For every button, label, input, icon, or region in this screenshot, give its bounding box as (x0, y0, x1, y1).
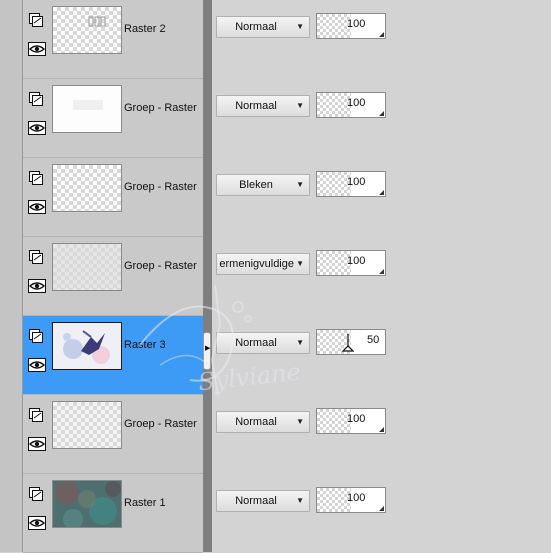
chevron-down-icon: ▼ (296, 338, 304, 347)
opacity-field[interactable]: 100 (316, 408, 386, 434)
resize-corner-icon (379, 190, 384, 195)
opacity-value: 100 (347, 18, 366, 30)
visibility-eye-icon[interactable] (28, 437, 46, 451)
blend-mode-value: Normaal (235, 337, 277, 349)
opacity-field[interactable]: 100 (316, 250, 386, 276)
layer-properties-icon[interactable] (28, 486, 44, 502)
layer-row[interactable]: Raster 1 Normaal ▼ 100 (23, 474, 551, 553)
chevron-down-icon: ▼ (296, 259, 304, 268)
visibility-eye-icon[interactable] (28, 42, 46, 56)
blend-mode-dropdown[interactable]: Normaal ▼ (216, 95, 310, 117)
layer-thumbnail[interactable] (52, 164, 122, 212)
opacity-field[interactable]: 100 (316, 487, 386, 513)
chevron-down-icon: ▼ (296, 496, 304, 505)
blend-mode-dropdown[interactable]: Normaal ▼ (216, 16, 310, 38)
layer-properties-icon[interactable] (28, 407, 44, 423)
layer-row-header[interactable]: Groep - Raster (23, 395, 203, 474)
layer-row-header[interactable]: Groep - Raster (23, 237, 203, 316)
opacity-value: 100 (347, 176, 366, 188)
layer-properties-icon[interactable] (28, 170, 44, 186)
opacity-swatch (317, 409, 351, 433)
layer-properties-icon[interactable] (28, 328, 44, 344)
layer-thumbnail[interactable] (52, 401, 122, 449)
opacity-field[interactable]: 50 (316, 329, 386, 355)
layer-properties-icon[interactable] (28, 249, 44, 265)
resize-corner-icon (379, 427, 384, 432)
opacity-value: 100 (347, 97, 366, 109)
layer-row[interactable]: Groep - Raster Normaal ▼ 100 (23, 79, 551, 158)
layer-thumbnail[interactable] (52, 243, 122, 291)
opacity-swatch (317, 93, 351, 117)
chevron-down-icon: ▼ (296, 417, 304, 426)
layer-row[interactable]: Groep - Raster Normaal ▼ 100 (23, 395, 551, 474)
opacity-swatch (317, 172, 351, 196)
layer-row-header[interactable]: Groep - Raster (23, 158, 203, 237)
panel-left-edge (0, 0, 23, 552)
layer-row-header[interactable]: Raster 3 ▶ (23, 316, 211, 395)
layer-row-header[interactable]: Raster 1 (23, 474, 203, 553)
visibility-eye-icon[interactable] (28, 279, 46, 293)
layer-name[interactable]: Groep - Raster (124, 260, 197, 272)
visibility-eye-icon[interactable] (28, 200, 46, 214)
layer-thumbnail[interactable] (52, 322, 122, 370)
opacity-field[interactable]: 100 (316, 92, 386, 118)
layer-row[interactable]: Raster 2 Normaal ▼ 100 (23, 0, 551, 79)
blend-mode-value: ermenigvuldige (219, 258, 294, 270)
blend-mode-dropdown[interactable]: Normaal ▼ (216, 332, 310, 354)
opacity-field[interactable]: 100 (316, 13, 386, 39)
blend-mode-value: Normaal (235, 416, 277, 428)
visibility-eye-icon[interactable] (28, 358, 46, 372)
blend-mode-dropdown[interactable]: Normaal ▼ (216, 490, 310, 512)
resize-corner-icon (379, 269, 384, 274)
resize-corner-icon (379, 111, 384, 116)
layer-thumbnail[interactable] (52, 6, 122, 54)
expand-arrow-icon[interactable]: ▶ (203, 332, 211, 370)
layer-properties-icon[interactable] (28, 91, 44, 107)
blend-mode-value: Bleken (239, 179, 273, 191)
layers-panel: Raster 2 Normaal ▼ 100 Groep - Raster No… (0, 0, 551, 553)
chevron-down-icon: ▼ (296, 22, 304, 31)
layer-row-selected[interactable]: Raster 3 ▶ Normaal ▼ 50 (23, 316, 551, 395)
opacity-value: 100 (347, 492, 366, 504)
layer-row-header[interactable]: Groep - Raster (23, 79, 203, 158)
layer-properties-icon[interactable] (28, 12, 44, 28)
blend-mode-dropdown[interactable]: Bleken ▼ (216, 174, 310, 196)
blend-mode-value: Normaal (235, 495, 277, 507)
opacity-swatch (317, 251, 351, 275)
opacity-swatch (317, 488, 351, 512)
chevron-down-icon: ▼ (296, 180, 304, 189)
layer-name[interactable]: Groep - Raster (124, 102, 197, 114)
blend-mode-dropdown[interactable]: ermenigvuldige ▼ (216, 253, 310, 275)
opacity-value: 100 (347, 255, 366, 267)
layer-name[interactable]: Raster 2 (124, 23, 166, 35)
layer-thumbnail[interactable] (52, 85, 122, 133)
blend-mode-value: Normaal (235, 100, 277, 112)
visibility-eye-icon[interactable] (28, 121, 46, 135)
chevron-down-icon: ▼ (296, 101, 304, 110)
opacity-swatch (317, 14, 351, 38)
resize-corner-icon (379, 506, 384, 511)
layer-name[interactable]: Raster 1 (124, 497, 166, 509)
layer-row[interactable]: Groep - Raster Bleken ▼ 100 (23, 158, 551, 237)
opacity-value: 50 (367, 334, 380, 346)
layer-thumbnail[interactable] (52, 480, 122, 528)
layer-name[interactable]: Groep - Raster (124, 418, 197, 430)
blend-mode-value: Normaal (235, 21, 277, 33)
resize-corner-icon (379, 32, 384, 37)
layer-row-header[interactable]: Raster 2 (23, 0, 203, 79)
layer-name[interactable]: Groep - Raster (124, 181, 197, 193)
blend-mode-dropdown[interactable]: Normaal ▼ (216, 411, 310, 433)
layer-row[interactable]: Groep - Raster ermenigvuldige ▼ 100 (23, 237, 551, 316)
layer-name[interactable]: Raster 3 (124, 339, 166, 351)
visibility-eye-icon[interactable] (28, 516, 46, 530)
opacity-value: 100 (347, 413, 366, 425)
opacity-slider-marker-icon[interactable] (342, 334, 354, 352)
opacity-field[interactable]: 100 (316, 171, 386, 197)
